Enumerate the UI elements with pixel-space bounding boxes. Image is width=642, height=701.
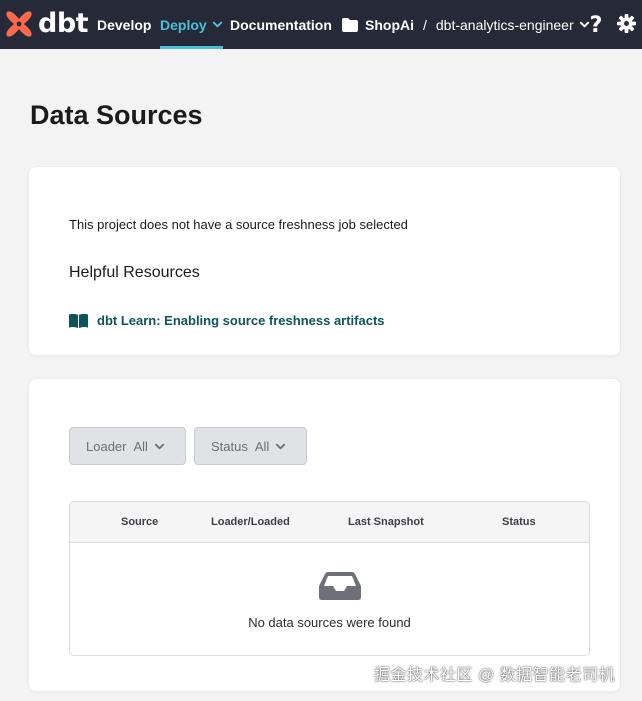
column-header-source[interactable]: Source (121, 516, 158, 528)
nav-documentation[interactable]: Documentation (230, 0, 332, 49)
status-filter-label: Status (211, 438, 248, 454)
loader-filter-value: All (133, 438, 148, 454)
help-icon[interactable]: ? (586, 13, 606, 35)
status-filter-value: All (254, 438, 270, 454)
sources-card: Loader All Status All Source Loader/Load… (29, 379, 620, 691)
project-name: ShopAi (365, 16, 414, 33)
column-header-loader-loaded[interactable]: Loader/Loaded (211, 516, 290, 528)
nav-develop-label: Develop (97, 16, 152, 33)
dbt-learn-link-label: dbt Learn: Enabling source freshness art… (97, 313, 385, 328)
nav-documentation-label: Documentation (230, 16, 332, 33)
folder-icon (342, 17, 358, 32)
top-navigation: dbt Develop Deploy Documentation ShopAi … (0, 0, 642, 49)
help-icon-glyph: ? (590, 13, 603, 35)
empty-inbox-icon (319, 572, 361, 600)
gear-icon[interactable] (617, 14, 636, 33)
column-header-status[interactable]: Status (502, 516, 536, 528)
column-header-last-snapshot[interactable]: Last Snapshot (348, 516, 424, 528)
sources-table: Source Loader/Loaded Last Snapshot Statu… (69, 501, 590, 656)
dbt-logo[interactable]: dbt (4, 8, 89, 39)
breadcrumb-separator: / (423, 16, 427, 33)
book-open-icon (69, 313, 88, 328)
dbt-learn-link[interactable]: dbt Learn: Enabling source freshness art… (69, 313, 385, 328)
status-filter-dropdown[interactable]: Status All (194, 427, 307, 465)
page-title: Data Sources (30, 100, 203, 130)
freshness-card: This project does not have a source fres… (29, 167, 620, 355)
loader-filter-label: Loader (86, 438, 127, 454)
table-header: Source Loader/Loaded Last Snapshot Statu… (70, 502, 589, 543)
project-switcher[interactable]: ShopAi / dbt-analytics-engineer (342, 0, 590, 49)
nav-develop[interactable]: Develop (97, 0, 151, 49)
dbt-logo-text: dbt (38, 8, 89, 39)
environment-name: dbt-analytics-engineer (435, 16, 574, 33)
freshness-notice: This project does not have a source fres… (69, 217, 408, 232)
chevron-down-icon (154, 443, 165, 449)
watermark-text: 掘金技术社区 @ 数据智能老司机 (374, 667, 616, 684)
dbt-logo-icon (6, 11, 32, 37)
helpful-resources-heading: Helpful Resources (69, 264, 200, 281)
loader-filter-dropdown[interactable]: Loader All (69, 427, 186, 465)
nav-deploy-label: Deploy (160, 16, 207, 33)
chevron-down-icon (212, 21, 222, 28)
chevron-down-icon (276, 443, 286, 449)
empty-state-message: No data sources were found (248, 615, 411, 630)
nav-deploy[interactable]: Deploy (160, 0, 223, 49)
